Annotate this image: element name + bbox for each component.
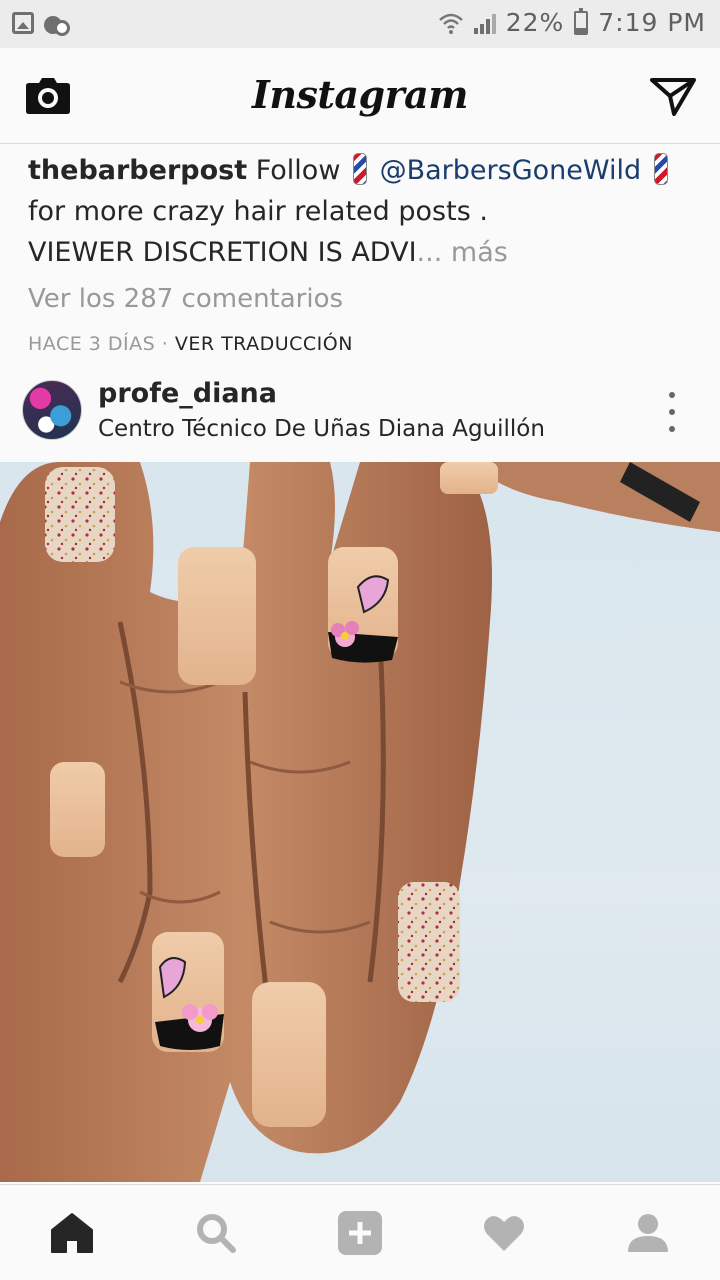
caption-line: VIEWER DISCRETION IS ADVI (28, 237, 417, 268)
post-location[interactable]: Centro Técnico De Uñas Diana Aguillón (98, 416, 545, 442)
caption-username[interactable]: thebarberpost (28, 155, 247, 186)
nail-art-photo (0, 462, 720, 1182)
paper-plane-icon[interactable] (650, 76, 696, 116)
barber-pole-icon (353, 153, 368, 185)
gallery-notification-icon (12, 12, 34, 34)
bottom-nav (0, 1184, 720, 1280)
profile-icon (628, 1213, 668, 1252)
post-meta: HACE 3 DÍAS · VER TRADUCCIÓN (28, 333, 353, 355)
more-options-icon[interactable] (662, 392, 682, 432)
caption-follow-text: Follow (255, 155, 341, 186)
app-logo: Instagram (252, 72, 468, 117)
app-header: Instagram (0, 48, 720, 144)
search-icon (197, 1213, 236, 1253)
nav-activity[interactable] (474, 1203, 534, 1263)
home-icon (51, 1212, 93, 1253)
battery-icon (574, 7, 589, 35)
post-caption: thebarberpost Follow @BarbersGoneWild fo… (28, 150, 692, 273)
view-comments-link[interactable]: Ver los 287 comentarios (28, 284, 343, 314)
activity-heart-icon (484, 1215, 524, 1251)
nav-home[interactable] (42, 1203, 102, 1263)
post-username[interactable]: profe_diana (98, 378, 277, 409)
caption-mention[interactable]: @BarbersGoneWild (380, 155, 642, 186)
nav-profile[interactable] (618, 1203, 678, 1263)
meta-separator: · (161, 333, 169, 355)
add-post-icon (338, 1210, 382, 1255)
wifi-icon (438, 13, 463, 34)
nav-add-post[interactable] (330, 1203, 390, 1263)
caption-more-link[interactable]: más (451, 237, 508, 268)
clock: 7:19 PM (598, 8, 706, 37)
avatar[interactable] (22, 380, 82, 440)
post-header: profe_diana Centro Técnico De Uñas Diana… (0, 368, 720, 462)
nav-search[interactable] (186, 1203, 246, 1263)
caption-text: for more crazy hair related posts . (28, 196, 488, 227)
battery-percent: 22% (505, 8, 565, 37)
status-bar: 22% 7:19 PM (0, 0, 720, 48)
signal-icon (473, 12, 496, 34)
sync-alert-icon (44, 12, 70, 36)
caption-ellipsis: ... (416, 237, 443, 268)
translate-link[interactable]: VER TRADUCCIÓN (175, 333, 353, 355)
barber-pole-icon (653, 153, 668, 185)
post-timestamp: HACE 3 DÍAS (28, 333, 156, 355)
post-image[interactable] (0, 462, 720, 1182)
